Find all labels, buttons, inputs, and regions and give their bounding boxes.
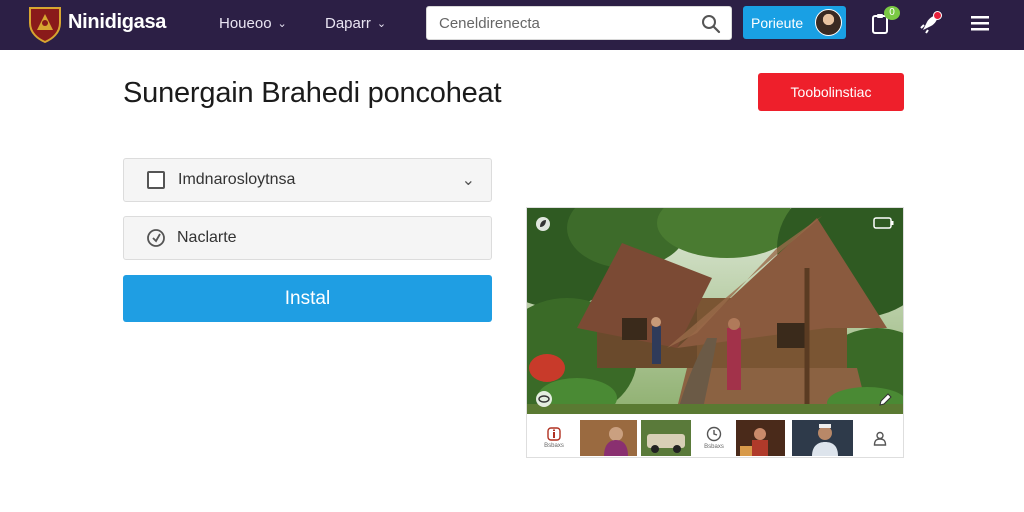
install-button[interactable]: Instal bbox=[123, 275, 492, 322]
chevron-down-icon: ⌄ bbox=[277, 18, 287, 30]
hamburger-menu-icon[interactable] bbox=[967, 10, 993, 36]
thumbnail-caption: Bsbaxs bbox=[544, 443, 564, 449]
checkbox[interactable] bbox=[147, 171, 165, 189]
thumbnail-man[interactable] bbox=[792, 420, 853, 456]
search-input[interactable] bbox=[427, 14, 687, 32]
thumbnail-user[interactable] bbox=[855, 420, 905, 456]
check-circle-icon bbox=[147, 229, 165, 247]
chevron-down-icon: ⌄ bbox=[461, 172, 475, 189]
profile-label: Porieute bbox=[751, 14, 804, 31]
name-field-label: Naclarte bbox=[177, 229, 237, 246]
avatar bbox=[815, 9, 842, 36]
notification-count-badge: 0 bbox=[884, 6, 900, 20]
thumbnail-car[interactable] bbox=[641, 420, 691, 456]
primary-action-button[interactable]: Toobolinstiac bbox=[758, 73, 904, 111]
nav-menu-daparr[interactable]: Daparr ⌄ bbox=[325, 15, 386, 32]
thumbnail-strip: Bsbaxs Bsbaxs bbox=[527, 416, 903, 458]
user-icon bbox=[873, 431, 887, 446]
thumbnail-clock[interactable]: Bsbaxs bbox=[689, 420, 739, 456]
search-box bbox=[426, 6, 732, 40]
page-title: Sunergain Brahedi poncoheat bbox=[123, 77, 502, 109]
battery-icon bbox=[873, 217, 894, 229]
top-navigation-bar: Ninidigasa Houeoo ⌄ Daparr ⌄ Porieute 0 bbox=[0, 0, 1024, 50]
logo-shield-icon[interactable] bbox=[28, 5, 62, 43]
house-photo[interactable] bbox=[527, 208, 903, 414]
nav-label: Daparr bbox=[325, 15, 371, 32]
alert-dot-icon bbox=[933, 11, 942, 20]
media-gallery: Bsbaxs Bsbaxs bbox=[526, 207, 904, 458]
thumbnail-caption: Bsbaxs bbox=[704, 444, 724, 450]
edit-pencil-icon[interactable] bbox=[877, 392, 893, 408]
chevron-down-icon: ⌄ bbox=[376, 18, 387, 30]
eye-icon[interactable] bbox=[535, 390, 553, 408]
nav-menu-houeoo[interactable]: Houeoo ⌄ bbox=[219, 15, 287, 32]
search-icon[interactable] bbox=[701, 14, 721, 34]
thumbnail-info[interactable]: Bsbaxs bbox=[529, 420, 579, 456]
brand-name[interactable]: Ninidigasa bbox=[68, 11, 166, 34]
leaf-icon[interactable] bbox=[535, 216, 551, 232]
clock-icon bbox=[706, 426, 722, 442]
profile-button[interactable]: Porieute bbox=[743, 6, 846, 39]
info-icon bbox=[547, 427, 561, 441]
nav-label: Houeoo bbox=[219, 15, 272, 32]
name-field[interactable]: Naclarte bbox=[123, 216, 492, 260]
select-dropdown-field[interactable]: Imdnarosloytnsa ⌄ bbox=[123, 158, 492, 202]
thumbnail-cooking[interactable] bbox=[736, 420, 785, 456]
select-field-label: Imdnarosloytnsa bbox=[178, 171, 296, 188]
thumbnail-woman[interactable] bbox=[580, 420, 637, 456]
